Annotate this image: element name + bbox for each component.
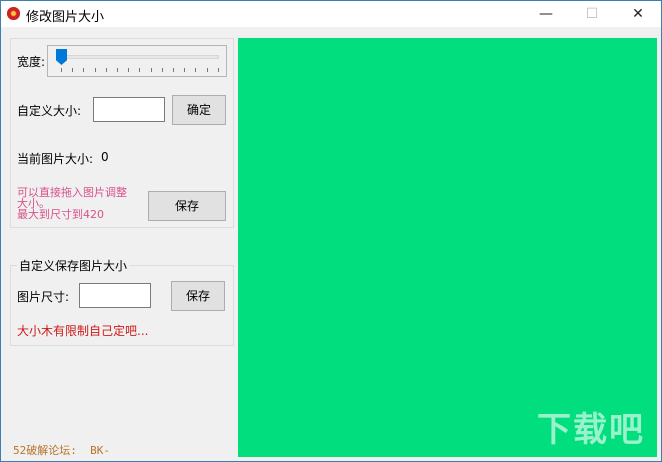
slider-tick — [184, 68, 186, 72]
maximize-button[interactable]: ☐ — [569, 1, 615, 27]
current-size-value: 0 — [101, 150, 109, 164]
width-slider[interactable] — [47, 45, 227, 77]
app-window: 修改图片大小 — ☐ ✕ 宽度: 自定义大小: 确定 当前图片大小: 0 可以直… — [0, 0, 662, 462]
slider-tick — [217, 68, 219, 72]
slider-thumb[interactable] — [56, 49, 67, 65]
custom-size-input[interactable] — [93, 97, 165, 122]
footer-credit: 52破解论坛: BK- — [13, 444, 110, 457]
current-size-label: 当前图片大小: — [17, 152, 94, 166]
save-size-button[interactable]: 保存 — [171, 281, 225, 311]
window-title: 修改图片大小 — [26, 10, 105, 25]
slider-tick — [94, 68, 96, 72]
image-canvas[interactable]: 下载吧 — [238, 38, 657, 457]
slider-track — [56, 55, 219, 59]
custom-size-label: 自定义大小: — [17, 104, 82, 118]
confirm-button[interactable]: 确定 — [172, 95, 226, 125]
slider-tick — [150, 68, 152, 72]
slider-tick — [173, 68, 174, 72]
slider-tick — [161, 68, 163, 72]
image-size-input[interactable] — [79, 283, 151, 308]
app-icon — [7, 7, 20, 20]
width-label: 宽度: — [17, 55, 46, 69]
minimize-button[interactable]: — — [523, 1, 569, 27]
slider-tick — [195, 68, 197, 72]
slider-tick — [128, 68, 130, 72]
watermark: 下载吧 — [537, 410, 645, 450]
size-note: 大小木有限制自己定吧... — [17, 324, 149, 338]
close-button[interactable]: ✕ — [615, 1, 661, 27]
image-size-label: 图片尺寸: — [17, 290, 70, 304]
save-group-title: 自定义保存图片大小 — [17, 257, 130, 274]
slider-tick — [105, 68, 107, 72]
slider-tick — [117, 68, 118, 72]
title-bar: 修改图片大小 — ☐ ✕ — [1, 1, 661, 27]
save-button[interactable]: 保存 — [148, 191, 226, 221]
slider-tick — [139, 68, 141, 72]
slider-tick — [72, 68, 74, 72]
slider-tick — [61, 68, 62, 72]
slider-tick — [83, 68, 85, 72]
slider-tick — [206, 68, 208, 72]
drag-hint: 可以直接拖入图片调整大小。 最大到尺寸到420 — [17, 186, 127, 221]
